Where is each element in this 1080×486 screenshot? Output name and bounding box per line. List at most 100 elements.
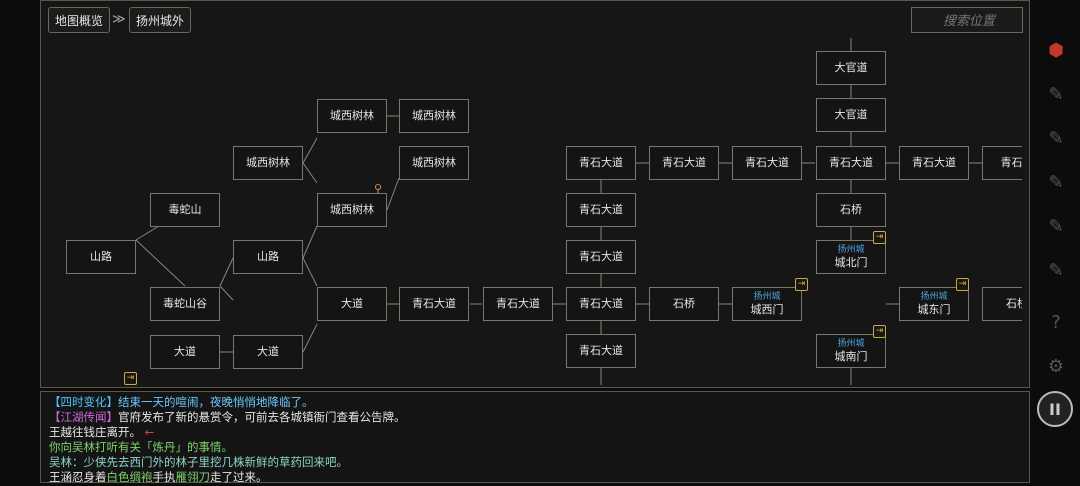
enter-icon[interactable]: ⇥ bbox=[124, 372, 137, 385]
node-label: 大道 bbox=[257, 345, 279, 359]
map-node-snake-mountain[interactable]: 毒蛇山 bbox=[150, 193, 220, 227]
node-label: 青石大道 bbox=[412, 297, 456, 311]
node-label: 毒蛇山谷 bbox=[163, 297, 207, 311]
node-label: 青石大道 bbox=[579, 297, 623, 311]
node-city-label: 扬州城 bbox=[837, 338, 865, 349]
craft-icon[interactable]: ✎ bbox=[1040, 166, 1072, 198]
node-label: 城西树林 bbox=[330, 109, 374, 123]
node-label: 城北门 bbox=[834, 255, 868, 269]
node-city-label: 扬州城 bbox=[920, 291, 948, 302]
log-line: 你向吴林打听有关「炼丹」的事情。 bbox=[49, 440, 1021, 455]
map-node-official-road[interactable]: 大官道 bbox=[816, 51, 886, 85]
log-text: 你向吴林打听有关「 bbox=[49, 440, 153, 454]
node-label: 青石大道 bbox=[579, 344, 623, 358]
map-node-stone-road[interactable]: 青石大道 bbox=[483, 287, 553, 321]
map-node-stone-bridge[interactable]: 石桥 bbox=[649, 287, 719, 321]
map-node-west-gate[interactable]: 扬州城 城西门 bbox=[732, 287, 802, 321]
map-node-stone-road[interactable]: 青石大道 bbox=[649, 146, 719, 180]
node-label: 大道 bbox=[341, 297, 363, 311]
log-line: 王涵忍身着白色绸袍手执雁翎刀走了过来。 bbox=[49, 470, 1021, 485]
node-label: 山路 bbox=[90, 250, 112, 264]
breadcrumb-root-button[interactable]: 地图概览 bbox=[48, 7, 111, 33]
node-city-label: 扬州城 bbox=[753, 291, 781, 302]
map-node-official-road[interactable]: 大官道 bbox=[816, 98, 886, 132]
map-node-stone-road[interactable]: 青石大道 bbox=[566, 240, 636, 274]
node-label: 城南门 bbox=[834, 349, 868, 363]
map-node-stone-road[interactable]: 青石大道 bbox=[816, 146, 886, 180]
map-node-south-gate[interactable]: 扬州城 城南门 bbox=[816, 334, 886, 368]
node-label: 城西树林 bbox=[246, 156, 290, 170]
map-node-west-forest[interactable]: 城西树林 bbox=[399, 146, 469, 180]
node-label: 石桥 bbox=[673, 297, 695, 311]
node-label: 城西树林 bbox=[330, 203, 374, 217]
help-icon[interactable]: ? bbox=[1040, 306, 1072, 338]
log-text: 走了过来。 bbox=[210, 470, 268, 484]
map-node-north-gate[interactable]: 扬州城 城北门 bbox=[816, 240, 886, 274]
map-node-stone-road[interactable]: 青石大道 bbox=[566, 334, 636, 368]
map-node-stone-road[interactable]: 青石大道 bbox=[566, 193, 636, 227]
log-text: 」的事情。 bbox=[175, 440, 234, 454]
node-label: 城西树林 bbox=[412, 109, 456, 123]
node-label: 青石大道 bbox=[496, 297, 540, 311]
map-node-mountain-road[interactable]: 山路 bbox=[233, 240, 303, 274]
log-text: 雁翎刀 bbox=[175, 470, 211, 484]
log-text: 吴林：少侠先去西门外的林子里挖几株新鲜的草药回来吧。 bbox=[49, 455, 348, 469]
map-node-east-gate[interactable]: 扬州城 城东门 bbox=[899, 287, 969, 321]
map-node-main-road[interactable]: 大道 bbox=[150, 335, 220, 369]
map-node-main-road[interactable]: 大道 bbox=[317, 287, 387, 321]
enter-icon[interactable]: ⇥ bbox=[956, 278, 969, 291]
search-box[interactable] bbox=[911, 7, 1026, 34]
map-node-stone-road[interactable]: 青石大道 bbox=[566, 146, 636, 180]
node-label: 毒蛇山 bbox=[168, 203, 202, 217]
node-label: 大道 bbox=[174, 345, 196, 359]
pause-button[interactable]: II bbox=[1037, 391, 1073, 427]
log-text: 官府发布了新的悬赏令，可前去各城镇衙门查看公告牌。 bbox=[118, 410, 406, 424]
node-label: 山路 bbox=[257, 250, 279, 264]
log-text: 手执 bbox=[152, 470, 176, 484]
settings-icon[interactable]: ⚙ bbox=[1040, 350, 1072, 382]
map-node-stone-road[interactable]: 青石大道 bbox=[399, 287, 469, 321]
log-line: 【江湖传闻】官府发布了新的悬赏令，可前去各城镇衙门查看公告牌。 bbox=[49, 410, 1021, 425]
node-label: 城西门 bbox=[750, 302, 784, 316]
node-label: 大官道 bbox=[834, 108, 868, 122]
node-label: 石桥 bbox=[840, 203, 862, 217]
node-label: 大官道 bbox=[834, 61, 868, 75]
map-node-stone-road[interactable]: 青石大道 bbox=[899, 146, 969, 180]
map-node-stone-bridge[interactable]: 石桥 bbox=[982, 287, 1022, 321]
bag-icon[interactable]: ✎ bbox=[1040, 122, 1072, 154]
node-label: 青石大道 bbox=[579, 203, 623, 217]
map-node-west-forest[interactable]: 城西树林 bbox=[399, 99, 469, 133]
team-icon[interactable]: ✎ bbox=[1040, 210, 1072, 242]
map-node-stone-road[interactable]: 青石大道 bbox=[732, 146, 802, 180]
node-label: 青石大道 bbox=[912, 156, 956, 170]
map-node-snake-valley[interactable]: 毒蛇山谷 bbox=[150, 287, 220, 321]
breadcrumb-current[interactable]: 扬州城外 bbox=[129, 7, 192, 33]
map-node-stone-road[interactable]: 青石大道 bbox=[566, 287, 636, 321]
breadcrumb-separator-icon: ≫ bbox=[112, 12, 126, 27]
enter-icon[interactable]: ⇥ bbox=[873, 231, 886, 244]
node-label: 青石大道 bbox=[579, 156, 623, 170]
message-log[interactable]: 【四时变化】结束一天的喧闹，夜晚悄悄地降临了。 【江湖传闻】官府发布了新的悬赏令，… bbox=[40, 391, 1030, 485]
log-line: 【四时变化】结束一天的喧闹，夜晚悄悄地降临了。 bbox=[49, 395, 1021, 410]
quest-icon[interactable]: ✎ bbox=[1040, 254, 1072, 286]
enter-icon[interactable]: ⇥ bbox=[873, 325, 886, 338]
log-text: 结束一天的喧闹，夜晚悄悄地降临了。 bbox=[118, 395, 314, 409]
node-city-label: 扬州城 bbox=[837, 244, 865, 255]
map-node-stone-road[interactable]: 青石大 bbox=[982, 146, 1022, 180]
log-line: 吴林：少侠先去西门外的林子里挖几株新鲜的草药回来吧。 bbox=[49, 455, 1021, 470]
node-label: 城东门 bbox=[917, 302, 951, 316]
map-node-west-forest[interactable]: 城西树林 bbox=[233, 146, 303, 180]
map-node-west-forest-current[interactable]: 城西树林 bbox=[317, 193, 387, 227]
node-label: 青石大道 bbox=[579, 250, 623, 264]
skill-icon[interactable]: ✎ bbox=[1040, 78, 1072, 110]
map-node-mountain-road[interactable]: 山路 bbox=[66, 240, 136, 274]
map-canvas[interactable]: 山路 毒蛇山 毒蛇山谷 大道 大道 城西树林 山路 城西树林 城西树林 大道 城… bbox=[52, 38, 1022, 385]
map-node-main-road[interactable]: 大道 bbox=[233, 335, 303, 369]
node-label: 青石大 bbox=[1000, 156, 1023, 170]
map-node-west-forest[interactable]: 城西树林 bbox=[317, 99, 387, 133]
enter-icon[interactable]: ⇥ bbox=[795, 278, 808, 291]
search-input[interactable] bbox=[912, 8, 1026, 34]
map-node-stone-bridge[interactable]: 石桥 bbox=[816, 193, 886, 227]
back-icon[interactable]: ⬢ bbox=[1040, 34, 1072, 66]
node-label: 青石大道 bbox=[829, 156, 873, 170]
